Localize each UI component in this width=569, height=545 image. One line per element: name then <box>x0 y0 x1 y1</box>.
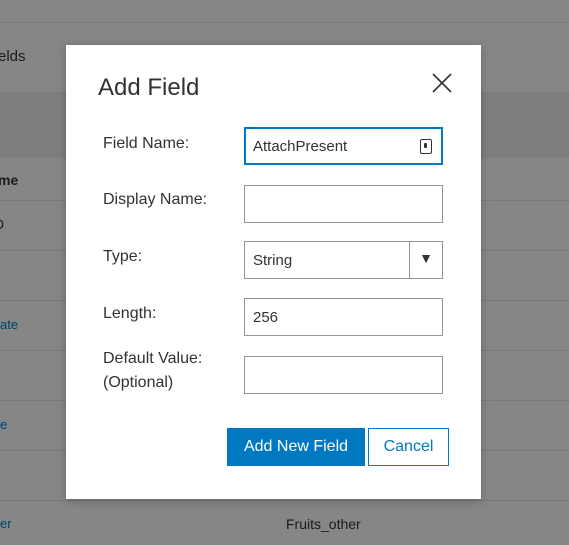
add-field-dialog: Add Field Field Name: AttachPresent Disp… <box>66 45 481 499</box>
field-name-value: AttachPresent <box>253 137 348 155</box>
display-name-input[interactable] <box>244 185 443 223</box>
close-icon[interactable] <box>430 71 454 95</box>
default-value-label: Default Value: (Optional) <box>103 347 202 395</box>
default-value-label-line1: Default Value: <box>103 350 203 367</box>
display-name-label: Display Name: <box>103 191 208 208</box>
type-selected-value: String <box>253 251 293 269</box>
default-value-input[interactable] <box>244 356 443 394</box>
default-value-label-line2: (Optional) <box>103 374 174 391</box>
select-divider <box>409 242 410 278</box>
field-name-input[interactable]: AttachPresent <box>244 127 443 165</box>
add-new-field-button[interactable]: Add New Field <box>227 428 365 466</box>
length-value: 256 <box>253 308 279 326</box>
field-name-label: Field Name: <box>103 135 190 152</box>
type-label: Type: <box>103 248 143 265</box>
type-select[interactable]: String ▼ <box>244 241 443 279</box>
chevron-down-icon[interactable]: ▼ <box>419 250 433 266</box>
length-label: Length: <box>103 305 157 322</box>
cancel-button[interactable]: Cancel <box>368 428 449 466</box>
lock-icon <box>420 138 432 154</box>
length-input[interactable]: 256 <box>244 298 443 336</box>
dialog-title: Add Field <box>98 74 200 101</box>
